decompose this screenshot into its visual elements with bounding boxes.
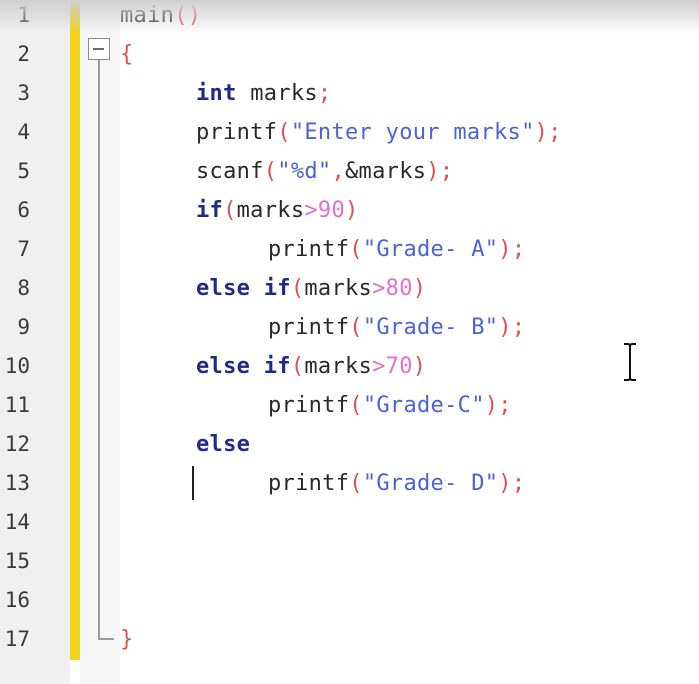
code-token: ( bbox=[223, 198, 237, 223]
code-line: else if(marks>80) bbox=[196, 269, 426, 308]
code-text-area[interactable]: main(){int marks; printf("Enter your mark… bbox=[120, 0, 699, 684]
code-token: ); bbox=[498, 471, 526, 496]
code-token: printf bbox=[268, 315, 350, 340]
code-token: main bbox=[120, 3, 175, 28]
code-line: printf("Grade-C"); bbox=[268, 386, 512, 425]
code-token: printf bbox=[268, 237, 350, 262]
code-line: int marks; bbox=[196, 74, 331, 113]
line-number: 3 bbox=[17, 81, 30, 105]
change-indicator-bar bbox=[70, 0, 80, 660]
code-token: marks bbox=[304, 354, 373, 379]
code-token: () bbox=[174, 3, 202, 28]
code-token: ) bbox=[412, 276, 427, 301]
line-number: 2 bbox=[17, 42, 30, 66]
code-line: printf("Grade- A"); bbox=[268, 230, 525, 269]
code-token: printf bbox=[268, 471, 350, 496]
code-token: } bbox=[120, 627, 134, 652]
code-line: else bbox=[196, 425, 250, 464]
line-number: 17 bbox=[4, 627, 30, 651]
code-token: printf bbox=[196, 120, 278, 145]
line-number: 8 bbox=[17, 276, 30, 300]
code-editor[interactable]: 1 2 3 4 5 6 7 8 9 10 11 12 13 14 15 16 17 main(){int mar… bbox=[0, 0, 699, 684]
line-number: 10 bbox=[4, 354, 30, 378]
code-line: else if(marks>70) bbox=[196, 347, 426, 386]
code-token: marks bbox=[304, 276, 373, 301]
code-token: scanf bbox=[196, 159, 264, 184]
code-token: "Grade- D" bbox=[362, 471, 499, 496]
i-beam-cursor-icon bbox=[624, 343, 636, 381]
code-token: "Grade- A" bbox=[362, 237, 499, 262]
code-token: > bbox=[304, 198, 318, 223]
code-token: 90 bbox=[317, 198, 346, 223]
code-line: main() bbox=[120, 0, 201, 35]
text-caret bbox=[192, 466, 194, 500]
line-number: 11 bbox=[4, 393, 30, 417]
fold-end-marker bbox=[98, 638, 114, 640]
code-token: ); bbox=[484, 393, 512, 418]
line-number: 14 bbox=[4, 510, 30, 534]
code-line: scanf("%d",&marks); bbox=[196, 152, 453, 191]
code-token: { bbox=[120, 42, 134, 67]
code-token: marks bbox=[250, 81, 318, 106]
code-token: "Grade- B" bbox=[362, 315, 499, 340]
code-line: if(marks>90) bbox=[196, 191, 359, 230]
code-token: ); bbox=[498, 315, 526, 340]
code-line: printf("Grade- B"); bbox=[268, 308, 525, 347]
code-token: ); bbox=[426, 159, 454, 184]
code-token: ( bbox=[290, 276, 305, 301]
line-number: 6 bbox=[17, 198, 30, 222]
fold-margin bbox=[80, 0, 120, 684]
code-line: printf("Grade- D"); bbox=[268, 464, 525, 503]
code-token: ); bbox=[534, 120, 562, 145]
code-token: int bbox=[196, 81, 251, 106]
code-line: printf("Enter your marks"); bbox=[196, 113, 562, 152]
line-number: 9 bbox=[17, 315, 30, 339]
line-number: 7 bbox=[17, 237, 30, 261]
code-token: ) bbox=[345, 198, 359, 223]
code-token: > bbox=[372, 276, 386, 301]
code-token: printf bbox=[268, 393, 350, 418]
code-token: 80 bbox=[385, 276, 413, 301]
code-token: ); bbox=[498, 237, 526, 262]
line-number: 15 bbox=[4, 549, 30, 573]
code-token: "Grade-C" bbox=[362, 393, 485, 418]
code-line: } bbox=[120, 620, 134, 659]
code-token: 70 bbox=[385, 354, 413, 379]
code-token: ( bbox=[349, 393, 363, 418]
code-token: ( bbox=[349, 315, 363, 340]
code-token: ( bbox=[277, 120, 291, 145]
line-number: 13 bbox=[4, 471, 30, 495]
code-token: if bbox=[196, 198, 224, 223]
fold-guide-line bbox=[98, 60, 100, 640]
code-line: { bbox=[120, 35, 134, 74]
line-number: 4 bbox=[17, 120, 30, 144]
line-number: 1 bbox=[17, 3, 30, 27]
code-token: marks bbox=[236, 198, 305, 223]
fold-collapse-icon[interactable] bbox=[88, 38, 110, 60]
code-token: , bbox=[331, 159, 346, 184]
code-token: ( bbox=[290, 354, 305, 379]
line-number: 5 bbox=[17, 159, 30, 183]
code-token: ( bbox=[349, 237, 363, 262]
code-token: "%d" bbox=[277, 159, 332, 184]
code-token: else if bbox=[196, 276, 291, 301]
line-number: 16 bbox=[4, 588, 30, 612]
line-number: 12 bbox=[4, 432, 30, 456]
code-token: &marks bbox=[345, 159, 427, 184]
code-token: else if bbox=[196, 354, 291, 379]
code-token: else bbox=[196, 432, 251, 457]
code-token: ( bbox=[349, 471, 363, 496]
code-token: ; bbox=[317, 81, 332, 106]
code-token: "Enter your marks" bbox=[290, 120, 535, 145]
code-token: ) bbox=[412, 354, 427, 379]
code-token: > bbox=[372, 354, 386, 379]
code-token: ( bbox=[263, 159, 278, 184]
